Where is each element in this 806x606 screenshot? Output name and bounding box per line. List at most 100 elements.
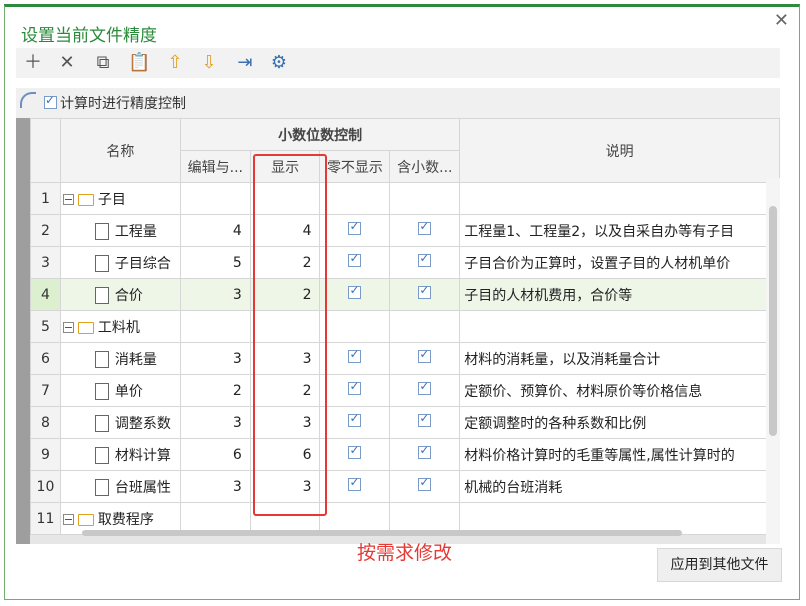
edit-precision-cell[interactable]: 4 <box>179 214 251 247</box>
row-name-cell[interactable]: 台班属性 <box>59 470 181 503</box>
table-row[interactable]: 2 工程量 44 工程量1、工程量2，以及自采自办等有子目 <box>30 214 780 247</box>
edit-precision-cell[interactable]: 3 <box>179 406 251 439</box>
zero-hide-checkbox[interactable] <box>348 347 362 363</box>
table-row[interactable]: 7 单价 22 定额价、预算价、材料原价等价格信息 <box>30 374 780 407</box>
edit-precision-cell[interactable]: 6 <box>179 438 251 471</box>
display-precision-cell[interactable]: 2 <box>249 374 321 407</box>
apply-to-other-files-button[interactable]: 应用到其他文件 <box>657 548 782 582</box>
display-precision-cell[interactable]: 2 <box>249 278 321 311</box>
row-name-cell[interactable]: 子目 <box>59 182 181 215</box>
zero-hide-checkbox[interactable] <box>348 379 362 395</box>
vertical-scrollbar[interactable] <box>766 178 780 544</box>
zero-hide-cell[interactable] <box>319 406 391 439</box>
table-row[interactable]: 8 调整系数 33 定额调整时的各种系数和比例 <box>30 406 780 439</box>
edit-precision-cell[interactable]: 3 <box>179 342 251 375</box>
zero-hide-cell[interactable] <box>319 470 391 503</box>
header-edit[interactable]: 编辑与... <box>179 150 251 183</box>
round-checkbox[interactable] <box>418 475 432 491</box>
collapse-icon[interactable] <box>62 194 74 205</box>
export-icon[interactable]: ⇥ <box>234 52 256 74</box>
table-row[interactable]: 5 工料机 <box>30 310 780 343</box>
move-up-icon[interactable]: ⇧ <box>164 52 186 74</box>
row-name-cell[interactable]: 消耗量 <box>59 342 181 375</box>
display-precision-cell[interactable] <box>249 182 321 215</box>
zero-hide-cell[interactable] <box>319 374 391 407</box>
display-precision-cell[interactable]: 4 <box>249 214 321 247</box>
round-cell[interactable] <box>389 310 461 343</box>
zero-hide-cell[interactable] <box>319 182 391 215</box>
round-cell[interactable] <box>389 182 461 215</box>
copy-icon[interactable]: ⧉ <box>92 52 114 74</box>
display-precision-cell[interactable]: 2 <box>249 246 321 279</box>
move-down-icon[interactable]: ⇩ <box>198 52 220 74</box>
header-name[interactable]: 名称 <box>59 118 181 183</box>
round-cell[interactable] <box>389 342 461 375</box>
table-row[interactable]: 1 子目 <box>30 182 780 215</box>
row-name-cell[interactable]: 工料机 <box>59 310 181 343</box>
delete-icon[interactable]: ✕ <box>56 52 78 74</box>
zero-hide-checkbox[interactable] <box>348 219 362 235</box>
edit-precision-cell[interactable]: 2 <box>179 374 251 407</box>
table-row[interactable]: 9 材料计算 66 材料价格计算时的毛重等属性,属性计算时的 <box>30 438 780 471</box>
zero-hide-cell[interactable] <box>319 342 391 375</box>
round-checkbox[interactable] <box>418 443 432 459</box>
zero-hide-checkbox[interactable] <box>348 411 362 427</box>
display-precision-cell[interactable] <box>249 310 321 343</box>
zero-hide-checkbox[interactable] <box>348 475 362 491</box>
round-cell[interactable] <box>389 438 461 471</box>
edit-precision-cell[interactable]: 3 <box>179 470 251 503</box>
zero-hide-checkbox[interactable] <box>348 283 362 299</box>
header-display[interactable]: 显示 <box>249 150 321 183</box>
collapse-icon[interactable] <box>62 322 74 333</box>
round-checkbox[interactable] <box>418 251 432 267</box>
vertical-scroll-thumb[interactable] <box>769 206 777 436</box>
collapse-icon[interactable] <box>62 514 74 525</box>
zero-hide-cell[interactable] <box>319 310 391 343</box>
round-cell[interactable] <box>389 470 461 503</box>
display-precision-cell[interactable]: 3 <box>249 342 321 375</box>
header-round[interactable]: 含小数... <box>389 150 461 183</box>
round-checkbox[interactable] <box>418 347 432 363</box>
table-row[interactable]: 3 子目综合 52 子目合价为正算时，设置子目的人材机单价 <box>30 246 780 279</box>
add-icon[interactable]: ＋ <box>22 52 44 74</box>
round-checkbox[interactable] <box>418 411 432 427</box>
precision-control-checkbox[interactable] <box>44 93 57 109</box>
close-icon[interactable]: ✕ <box>774 10 789 31</box>
horizontal-scrollbar[interactable] <box>76 528 766 538</box>
edit-precision-cell[interactable]: 5 <box>179 246 251 279</box>
zero-hide-cell[interactable] <box>319 278 391 311</box>
row-name-cell[interactable]: 单价 <box>59 374 181 407</box>
header-zero-hide[interactable]: 零不显示 <box>319 150 391 183</box>
round-cell[interactable] <box>389 406 461 439</box>
zero-hide-cell[interactable] <box>319 246 391 279</box>
table-row[interactable]: 6 消耗量 33 材料的消耗量，以及消耗量合计 <box>30 342 780 375</box>
display-precision-cell[interactable]: 3 <box>249 470 321 503</box>
row-name-cell[interactable]: 工程量 <box>59 214 181 247</box>
row-name-cell[interactable]: 合价 <box>59 278 181 311</box>
zero-hide-cell[interactable] <box>319 214 391 247</box>
settings-refresh-icon[interactable]: ⚙ <box>268 52 290 74</box>
header-description[interactable]: 说明 <box>459 118 780 183</box>
row-name-cell[interactable]: 子目综合 <box>59 246 181 279</box>
paste-icon[interactable]: 📋 <box>128 52 150 74</box>
table-row[interactable]: 4 合价 32 子目的人材机费用，合价等 <box>30 278 780 311</box>
horizontal-scroll-thumb[interactable] <box>82 530 682 536</box>
table-row[interactable]: 10 台班属性 33 机械的台班消耗 <box>30 470 780 503</box>
display-precision-cell[interactable]: 3 <box>249 406 321 439</box>
row-name-cell[interactable]: 调整系数 <box>59 406 181 439</box>
zero-hide-checkbox[interactable] <box>348 251 362 267</box>
edit-precision-cell[interactable] <box>179 310 251 343</box>
round-cell[interactable] <box>389 374 461 407</box>
round-cell[interactable] <box>389 214 461 247</box>
edit-precision-cell[interactable] <box>179 182 251 215</box>
round-checkbox[interactable] <box>418 379 432 395</box>
row-name-cell[interactable]: 材料计算 <box>59 438 181 471</box>
zero-hide-cell[interactable] <box>319 438 391 471</box>
edit-precision-cell[interactable]: 3 <box>179 278 251 311</box>
round-checkbox[interactable] <box>418 219 432 235</box>
display-precision-cell[interactable]: 6 <box>249 438 321 471</box>
round-cell[interactable] <box>389 278 461 311</box>
round-cell[interactable] <box>389 246 461 279</box>
round-checkbox[interactable] <box>418 283 432 299</box>
zero-hide-checkbox[interactable] <box>348 443 362 459</box>
